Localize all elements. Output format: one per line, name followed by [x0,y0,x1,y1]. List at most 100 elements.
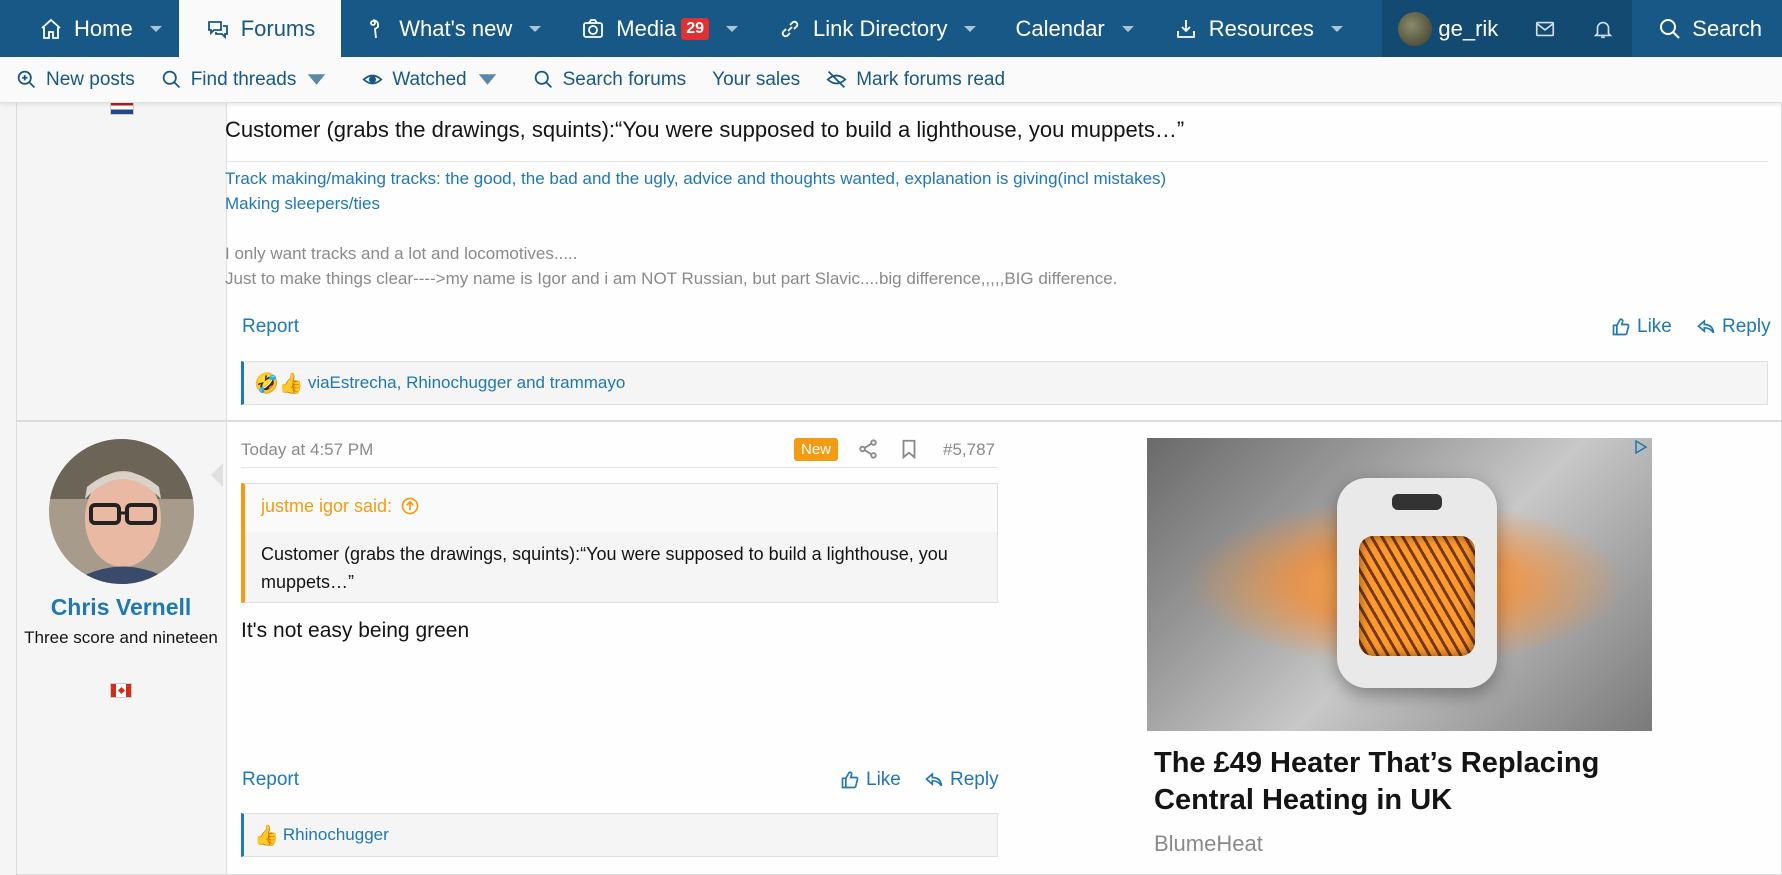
home-icon [38,16,64,42]
nav-tab-resources[interactable]: Resources [1151,0,1360,57]
canada-flag-icon [110,683,132,698]
nav-tab-label: Resources [1208,15,1314,41]
post-date[interactable]: Today at 4:57 PM [241,440,373,460]
ad-image[interactable] [1147,438,1652,731]
signature-link[interactable]: Track making/making tracks: the good, th… [225,169,1166,189]
find-threads-link[interactable]: Find threads [161,69,337,91]
forums-icon [205,16,231,42]
reaction-emoji: 👍 [254,824,279,847]
post-text: Customer (grabs the drawings, squints):“… [225,117,1185,142]
quote-text: Customer (grabs the drawings, squints):“… [261,544,948,592]
reactions-bar[interactable]: 👍 Rhinochugger [241,813,998,857]
quote-block: justme igor said: Customer (grabs the dr… [241,483,998,603]
reply-label: Reply [1722,316,1771,337]
ad-headline[interactable]: The £49 Heater That’s Replacing Central … [1154,745,1654,819]
nav-tab-forums[interactable]: Forums [178,0,342,57]
reply-label: Reply [950,769,999,790]
post-number[interactable]: #5,787 [943,440,995,460]
reply-button[interactable]: Reply [924,769,999,791]
report-link[interactable]: Report [242,769,299,791]
search-forums-link[interactable]: Search forums [533,68,687,91]
sub-item-label: New posts [46,68,135,90]
post-author-username[interactable]: Chris Vernell [16,594,226,621]
sub-item-label: Mark forums read [856,68,1006,90]
signature-text: Just to make things clear---->my name is… [225,269,1118,288]
camera-icon [580,16,606,42]
reactions-users[interactable]: viaEstrecha, Rhinochugger and trammayo [308,373,626,393]
chevron-down-icon[interactable] [719,16,745,42]
nav-tab-home[interactable]: Home [0,0,179,57]
quote-author[interactable]: justme igor said: [261,496,392,517]
sub-item-label: Search forums [562,68,687,90]
like-button[interactable]: Like [840,769,901,791]
like-label: Like [1637,316,1672,337]
arrow-up-circle-icon[interactable] [400,496,420,516]
chevron-down-icon[interactable] [522,16,548,42]
reactions-bar[interactable]: 🤣👍 viaEstrecha, Rhinochugger and trammay… [241,361,1768,405]
chevron-down-icon[interactable] [306,69,336,90]
signature-divider [225,161,1768,162]
nav-tab-label: Calendar [1015,15,1105,41]
nav-tab-label: Forums [240,15,316,41]
nav-tab-whats-new[interactable]: What's new [341,0,558,57]
download-icon [1173,16,1199,42]
nav-tab-label: Link Directory [813,15,948,41]
new-badge: New [794,438,839,461]
advertisement[interactable]: The £49 Heater That’s Replacing Central … [1147,438,1652,858]
sub-navigation: New posts Find threads Watched Search fo… [0,57,1782,103]
reactions-users[interactable]: Rhinochugger [283,825,389,845]
eye-icon [362,74,383,85]
sub-item-label: Your sales [712,68,801,90]
new-posts-icon [17,70,35,88]
link-icon [777,16,803,42]
inbox-icon[interactable] [1516,0,1574,57]
avatar[interactable] [49,439,194,584]
ad-choices-icon[interactable] [1634,439,1648,455]
account-button[interactable]: ge_rik [1382,0,1516,57]
user-info-column [17,103,227,420]
quote-header[interactable]: justme igor said: [245,484,997,532]
share-icon[interactable] [857,438,879,460]
bookmark-icon[interactable] [898,438,920,460]
chevron-down-icon[interactable] [957,16,983,42]
post-text: It's not easy being green [241,619,470,642]
chevron-down-icon[interactable] [1324,16,1350,42]
report-label: Report [242,316,300,337]
post-header-divider [241,467,998,468]
reply-icon [925,772,943,787]
heater-image [1337,478,1497,688]
signature-link[interactable]: Making sleepers/ties [225,194,380,214]
ad-brand[interactable]: BlumeHeat [1154,831,1263,857]
watched-link[interactable]: Watched [362,69,506,91]
nav-tab-link-directory[interactable]: Link Directory [755,0,993,57]
mark-forums-read-link[interactable]: Mark forums read [826,69,1005,91]
nav-tab-calendar[interactable]: Calendar [993,0,1150,57]
search-icon [534,70,552,88]
new-posts-link[interactable]: New posts [16,69,135,91]
bell-icon[interactable] [1574,0,1632,57]
report-link[interactable]: Report [242,316,299,338]
whats-new-icon [363,16,389,42]
reaction-emoji: 🤣👍 [254,372,304,395]
media-count-badge: 29 [681,17,709,40]
thumbs-up-icon [1612,318,1630,336]
heater-grill [1359,536,1475,656]
reply-button[interactable]: Reply [1696,316,1771,338]
like-button[interactable]: Like [1611,316,1672,338]
nav-tab-media[interactable]: Media 29 [558,0,755,57]
thumbs-up-icon [841,771,859,789]
eye-off-icon [826,71,847,88]
nav-tab-label: What's new [399,15,513,41]
chevron-down-icon[interactable] [477,69,507,90]
avatar [1398,11,1433,46]
like-label: Like [866,769,901,790]
nav-tab-label: Home [74,15,133,41]
search-button[interactable]: Search [1638,0,1782,57]
user-menu: ge_rik [1382,0,1633,57]
chevron-down-icon[interactable] [143,16,169,42]
signature-text: I only want tracks and a lot and locomot… [225,244,578,263]
chevron-down-icon[interactable] [1115,16,1141,42]
user-title: Three score and nineteen [24,628,218,647]
reply-icon [1697,319,1715,334]
your-sales-link[interactable]: Your sales [712,69,800,91]
